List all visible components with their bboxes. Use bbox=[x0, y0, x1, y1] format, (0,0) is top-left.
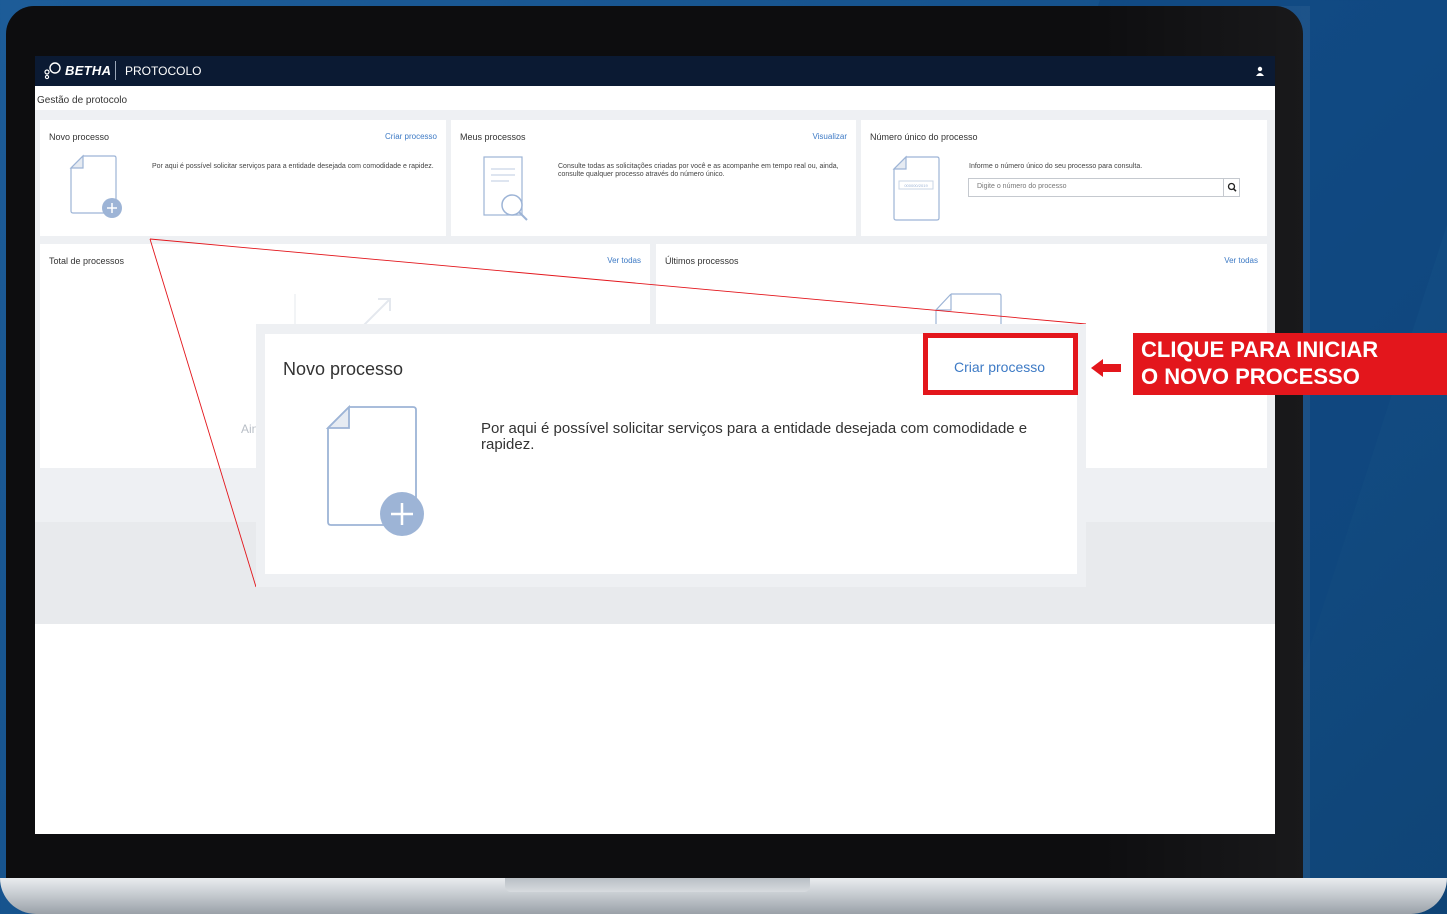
breadcrumb: Gestão de protocolo bbox=[35, 86, 1275, 110]
brand-separator bbox=[115, 61, 116, 80]
document-number-label: 000000/2019 bbox=[904, 183, 928, 188]
callout-line-2: O NOVO PROCESSO bbox=[1141, 364, 1360, 389]
app-name: PROTOCOLO bbox=[125, 64, 202, 78]
card-title: Número único do processo bbox=[870, 132, 978, 142]
document-search-icon bbox=[483, 156, 528, 221]
card-description: Consulte todas as solicitações criadas p… bbox=[558, 163, 839, 178]
ver-todas-ultimos-link[interactable]: Ver todas bbox=[1224, 256, 1258, 265]
brand-name[interactable]: BETHA bbox=[65, 63, 111, 78]
card-meus-processos: Meus processos Visualizar Consulte todas… bbox=[451, 120, 856, 236]
laptop-notch bbox=[505, 878, 810, 892]
top-navbar: BETHA PROTOCOLO bbox=[35, 56, 1275, 86]
arrow-left-icon bbox=[1091, 359, 1121, 377]
callout-banner: CLIQUE PARA INICIAR O NOVO PROCESSO bbox=[1133, 333, 1447, 395]
betha-logo-icon bbox=[44, 62, 61, 80]
new-document-icon bbox=[69, 154, 122, 218]
card-title: Meus processos bbox=[460, 132, 526, 142]
callout-line-1: CLIQUE PARA INICIAR bbox=[1141, 337, 1379, 362]
card-novo-processo: Novo processo Criar processo Por aqui é … bbox=[40, 120, 446, 236]
highlight-box bbox=[923, 333, 1078, 395]
card-title: Novo processo bbox=[49, 132, 110, 142]
user-icon[interactable] bbox=[1255, 66, 1265, 76]
zoom-card-title: Novo processo bbox=[283, 359, 404, 379]
zoom-card-description: Por aqui é possível solicitar serviços p… bbox=[481, 420, 1028, 453]
criar-processo-link[interactable]: Criar processo bbox=[385, 132, 437, 141]
page-title: Gestão de protocolo bbox=[37, 95, 128, 106]
card-description: Por aqui é possível solicitar serviços p… bbox=[152, 163, 434, 170]
zoom-new-document-icon bbox=[325, 404, 424, 536]
card-title: Total de processos bbox=[49, 256, 125, 266]
search-icon[interactable] bbox=[1223, 179, 1240, 196]
card-description: Informe o número único do seu processo p… bbox=[969, 163, 1143, 170]
document-number-icon: 000000/2019 bbox=[892, 155, 940, 221]
card-title: Últimos processos bbox=[665, 256, 739, 266]
visualizar-link[interactable]: Visualizar bbox=[812, 132, 847, 141]
ver-todas-total-link[interactable]: Ver todas bbox=[607, 256, 641, 265]
search-placeholder: Digite o número do processo bbox=[977, 183, 1067, 190]
card-numero-unico: Número único do processo 000000/2019 Inf… bbox=[861, 120, 1267, 236]
process-number-input[interactable]: Digite o número do processo bbox=[968, 178, 1240, 197]
